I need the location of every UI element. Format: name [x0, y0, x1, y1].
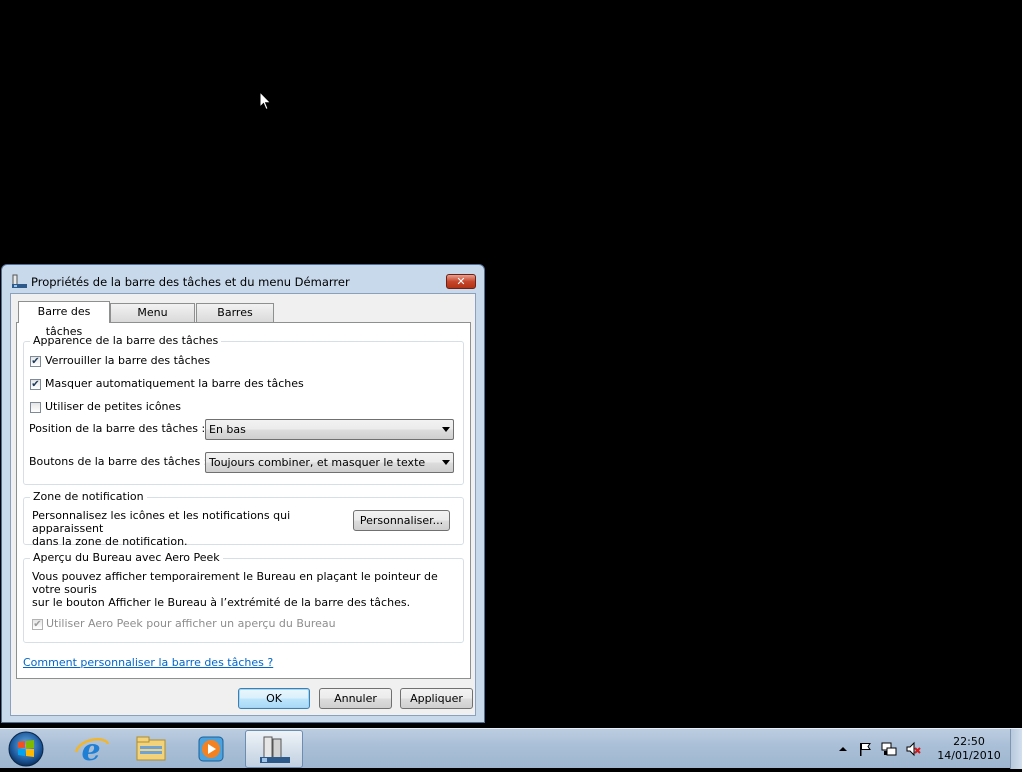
windows-explorer-icon[interactable]: [122, 730, 180, 768]
checkbox-autohide-taskbar[interactable]: ✔: [30, 379, 41, 390]
show-desktop-button[interactable]: [1010, 729, 1022, 769]
tab-start-menu[interactable]: Menu Démarrer: [110, 303, 195, 337]
clock-time: 22:50: [953, 735, 985, 748]
taskbar-position-value: En bas: [209, 423, 246, 436]
notification-description: Personnalisez les icônes et les notifica…: [32, 509, 352, 548]
system-clock[interactable]: 22:50 14/01/2010: [932, 735, 1006, 763]
label-lock-taskbar: Verrouiller la barre des tâches: [45, 354, 211, 367]
aero-peek-desc-line1: Vous pouvez afficher temporairement le B…: [32, 570, 438, 596]
tab-toolbars[interactable]: Barres d’outils: [196, 303, 274, 337]
group-title-notification: Zone de notification: [30, 490, 147, 503]
group-title-aero-peek: Aperçu du Bureau avec Aero Peek: [30, 551, 223, 564]
windows-media-player-icon[interactable]: [182, 730, 240, 768]
label-small-icons: Utiliser de petites icônes: [45, 400, 182, 413]
label-use-aero-peek: Utiliser Aero Peek pour afficher un aper…: [46, 617, 336, 630]
tab-panel-taskbar: Apparence de la barre des tâches ✔ Verro…: [16, 322, 471, 679]
taskbar-buttons-select[interactable]: Toujours combiner, et masquer le texte: [205, 452, 454, 473]
taskbar-properties-dialog: Propriétés de la barre des tâches et du …: [1, 264, 485, 723]
label-taskbar-buttons: Boutons de la barre des tâches :: [29, 455, 208, 468]
checkbox-small-icons[interactable]: [30, 402, 41, 413]
help-link[interactable]: Comment personnaliser la barre des tâche…: [23, 656, 273, 669]
aero-peek-desc-line2: sur le bouton Afficher le Bureau à l’ext…: [32, 596, 411, 609]
ok-button[interactable]: OK: [238, 688, 310, 709]
network-icon[interactable]: [881, 741, 897, 757]
taskbar: e 22:50 14/01/2010: [0, 728, 1022, 769]
taskbar-position-select[interactable]: En bas: [205, 419, 454, 440]
label-taskbar-position: Position de la barre des tâches :: [29, 422, 206, 435]
apply-button[interactable]: Appliquer: [400, 688, 473, 709]
taskbar-properties-taskbar-button[interactable]: [245, 730, 303, 768]
show-hidden-icons-arrow[interactable]: [835, 741, 851, 757]
mouse-cursor-icon: [259, 91, 272, 111]
taskbar-properties-icon: [260, 736, 290, 763]
checkbox-use-aero-peek[interactable]: ✔: [32, 619, 43, 630]
dialog-title: Propriétés de la barre des tâches et du …: [31, 275, 350, 289]
taskbar-buttons-value: Toujours combiner, et masquer le texte: [209, 456, 426, 469]
tab-taskbar[interactable]: Barre des tâches: [18, 301, 110, 338]
clock-date: 14/01/2010: [937, 749, 1001, 762]
internet-explorer-icon[interactable]: e: [62, 730, 120, 768]
checkbox-lock-taskbar[interactable]: ✔: [30, 356, 41, 367]
chevron-down-icon: [442, 427, 450, 432]
dialog-titlebar[interactable]: Propriétés de la barre des tâches et du …: [2, 265, 484, 293]
customize-button[interactable]: Personnaliser...: [353, 510, 450, 531]
aero-peek-description: Vous pouvez afficher temporairement le B…: [32, 570, 457, 609]
volume-muted-icon[interactable]: [905, 741, 921, 757]
start-orb-icon[interactable]: [7, 730, 45, 768]
dialog-client-area: Barre des tâches Menu Démarrer Barres d’…: [10, 293, 476, 716]
close-button[interactable]: ✕: [446, 274, 476, 289]
notification-desc-line1: Personnalisez les icônes et les notifica…: [32, 509, 291, 535]
taskbar-properties-icon: [12, 274, 27, 288]
action-center-flag-icon[interactable]: [857, 741, 873, 757]
notification-desc-line2: dans la zone de notification.: [32, 535, 188, 548]
label-autohide-taskbar: Masquer automatiquement la barre des tâc…: [45, 377, 304, 390]
chevron-down-icon: [442, 460, 450, 465]
cancel-button[interactable]: Annuler: [319, 688, 392, 709]
